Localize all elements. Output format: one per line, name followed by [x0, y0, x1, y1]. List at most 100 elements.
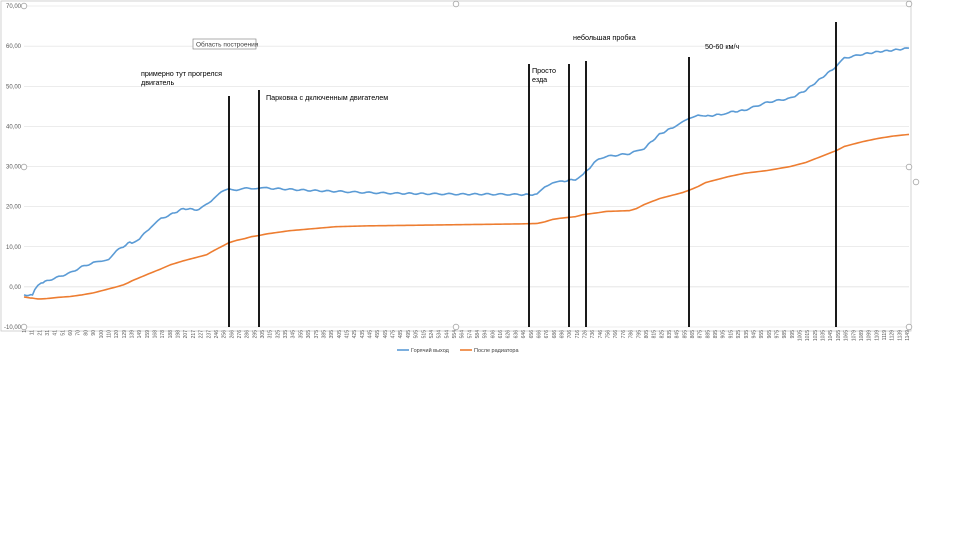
x-tick-label: 355 — [298, 330, 304, 339]
x-tick-label: 295 — [252, 330, 258, 339]
x-tick-label: 256 — [222, 330, 228, 339]
selection-handle-icon[interactable] — [20, 2, 28, 10]
annotation-text: Просто — [532, 66, 556, 75]
x-tick-label: 584 — [475, 330, 481, 339]
plot-area-tooltip-text: Область построения — [196, 41, 259, 49]
x-tick-label: 100 — [99, 330, 105, 339]
x-tick-label: 385 — [321, 330, 327, 339]
selection-handle-icon[interactable] — [905, 0, 913, 8]
x-tick-label: 534 — [437, 330, 443, 339]
x-tick-label: 1139 — [897, 330, 903, 341]
x-tick-label: 335 — [283, 330, 289, 339]
x-tick-label: 345 — [291, 330, 297, 339]
x-tick-label: 716 — [575, 330, 581, 339]
y-tick-label: 40,00 — [6, 124, 22, 130]
x-tick-label: 835 — [667, 330, 673, 339]
x-tick-label: 246 — [214, 330, 220, 339]
y-tick-label: 70,00 — [6, 4, 22, 10]
x-tick-label: 505 — [414, 330, 420, 339]
x-tick-label: 1055 — [836, 330, 842, 341]
selection-handle-icon[interactable] — [452, 323, 460, 331]
x-tick-label: 895 — [713, 330, 719, 339]
x-tick-label: 676 — [544, 330, 550, 339]
x-tick-label: 286 — [245, 330, 251, 339]
selection-handles[interactable] — [20, 0, 920, 331]
selection-handle-icon[interactable] — [20, 323, 28, 331]
x-tick-label: 485 — [398, 330, 404, 339]
selection-handle-icon[interactable] — [912, 178, 920, 186]
annotation-text: Парковка с дключенным двигателем — [266, 93, 388, 102]
x-tick-label: 475 — [391, 330, 397, 339]
x-tick-label: 60 — [68, 330, 74, 336]
y-tick-label: 60,00 — [6, 44, 22, 50]
x-tick-label: 805 — [644, 330, 650, 339]
x-tick-label: 70 — [76, 330, 82, 336]
chart-area-border[interactable] — [0, 0, 912, 332]
annotation-text: небольшая пробка — [573, 33, 636, 42]
x-tick-label: 21 — [37, 330, 43, 336]
x-tick-label: 776 — [621, 330, 627, 339]
x-tick-label: 305 — [260, 330, 266, 339]
x-tick-label: 80 — [83, 330, 89, 336]
selection-handle-icon[interactable] — [905, 163, 913, 171]
x-tick-label: 198 — [176, 330, 182, 339]
x-tick-label: 365 — [306, 330, 312, 339]
x-tick-label: 207 — [183, 330, 189, 339]
x-tick-label: 315 — [268, 330, 274, 339]
y-tick-label: 0,00 — [9, 285, 21, 291]
x-tick-label: 845 — [675, 330, 681, 339]
x-tick-label: 636 — [513, 330, 519, 339]
x-tick-label: 159 — [145, 330, 151, 339]
legend[interactable]: Горячий выход После радиатора — [397, 347, 519, 354]
x-tick-label: 139 — [129, 330, 135, 339]
series-line-2[interactable] — [23, 133, 910, 300]
x-tick-label: 786 — [629, 330, 635, 339]
x-tick-label: 666 — [536, 330, 542, 339]
selection-handle-icon[interactable] — [452, 0, 460, 8]
chart: -10,00 0,00 10,00 20,00 30,00 40,00 50,00 60,00… — [0, 0, 920, 354]
x-tick-label: 120 — [114, 330, 120, 339]
x-tick-label: 626 — [506, 330, 512, 339]
plot-area-tooltip: Область построения — [192, 38, 259, 50]
x-tick-label: 985 — [782, 330, 788, 339]
x-tick-label: 726 — [583, 330, 589, 339]
x-tick-label: 905 — [721, 330, 727, 339]
x-tick-label: 435 — [360, 330, 366, 339]
x-tick-label: 656 — [529, 330, 535, 339]
x-tick-label: 686 — [552, 330, 558, 339]
x-tick-label: 875 — [698, 330, 704, 339]
selection-handle-icon[interactable] — [20, 163, 28, 171]
x-tick-label: 736 — [590, 330, 596, 339]
x-tick-label: 815 — [652, 330, 658, 339]
x-tick-label: 1149 — [905, 330, 911, 341]
x-tick-label: 915 — [728, 330, 734, 339]
x-tick-label: 1099 — [867, 330, 873, 341]
x-tick-label: 606 — [490, 330, 496, 339]
x-tick-label: 975 — [774, 330, 780, 339]
x-axis-tick-labels: 1 11 21 31 41 51 60 70 80 90 100 110 120 129 139 149 159… — [22, 330, 911, 341]
y-tick-label: 10,00 — [6, 245, 22, 251]
x-tick-label: 945 — [751, 330, 757, 339]
annotation-text: 50-60 км/ч — [705, 42, 739, 51]
x-tick-label: 1045 — [828, 330, 834, 341]
x-tick-label: 1 — [22, 330, 28, 333]
annotation-text: примерно тут прогрелся — [141, 69, 222, 78]
x-tick-label: 1109 — [874, 330, 880, 341]
x-tick-label: 495 — [406, 330, 412, 339]
x-tick-label: 1079 — [851, 330, 857, 341]
x-tick-label: 524 — [429, 330, 435, 339]
x-tick-label: 455 — [375, 330, 381, 339]
x-tick-label: 266 — [229, 330, 235, 339]
selection-handle-icon[interactable] — [905, 323, 913, 331]
x-tick-label: 188 — [168, 330, 174, 339]
x-tick-label: 276 — [237, 330, 243, 339]
x-tick-label: 465 — [383, 330, 389, 339]
x-tick-label: 925 — [736, 330, 742, 339]
x-tick-label: 1005 — [798, 330, 804, 341]
x-tick-label: 515 — [421, 330, 427, 339]
x-tick-label: 706 — [567, 330, 573, 339]
x-tick-label: 237 — [206, 330, 212, 339]
x-tick-label: 646 — [521, 330, 527, 339]
y-tick-label: -10,00 — [4, 325, 22, 331]
x-tick-label: 574 — [467, 330, 473, 339]
